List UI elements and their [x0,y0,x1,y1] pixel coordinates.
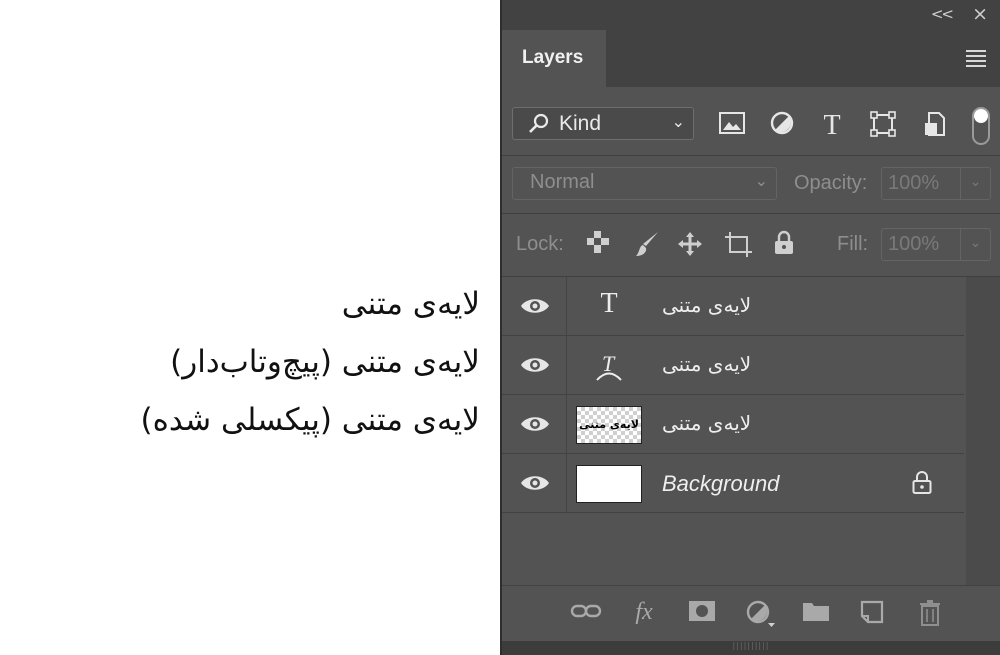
layer-name[interactable]: لایه‌ی متنی [662,352,751,376]
toggle-knob [974,109,988,123]
layer-name[interactable]: Background [662,471,779,497]
filter-kind-label: Kind [559,112,602,135]
row-separator [566,277,567,335]
lock-position-icon[interactable] [676,230,704,258]
visibility-eye-icon[interactable] [518,350,552,380]
filter-kind-dropdown[interactable]: Kind ⌄ [512,107,694,140]
thumb-text: لایه‌ی متنی [579,418,639,431]
link-layers-icon[interactable] [570,599,602,627]
lock-artboard-icon[interactable] [723,230,752,258]
svg-text:T: T [602,351,616,376]
layers-panel: << × Layers Kind ⌄ T Normal ⌄ Opacity: 1… [500,0,1000,655]
blend-mode-value: Normal [530,171,595,193]
annotation-rasterized-text-layer: لایه‌ی متنی (پیکسلی شده) [140,402,480,438]
search-icon [529,113,549,133]
chevron-down-icon: ⌄ [754,173,768,190]
trash-icon[interactable] [914,599,946,627]
row-separator [566,454,567,512]
fx-icon[interactable]: fx [628,599,660,627]
lock-transparent-pixels-icon[interactable] [584,230,612,258]
lock-label: Lock: [516,233,564,255]
text-layer-thumb-icon: T [600,288,618,319]
adjustment-layer-icon[interactable] [744,599,776,627]
pixel-layer-thumbnail: لایه‌ی متنی [576,406,642,444]
blend-mode-select[interactable]: Normal ⌄ [512,167,777,200]
annotation-text-layer: لایه‌ی متنی [341,286,480,322]
lock-image-pixels-icon[interactable] [633,230,661,258]
image-filter-icon[interactable] [717,110,747,140]
new-group-folder-icon[interactable] [800,599,832,627]
layer-row-background[interactable]: Background [502,454,964,513]
layer-mask-icon[interactable] [686,599,718,627]
row-separator [566,395,567,453]
layer-name[interactable]: لایه‌ی متنی [662,411,751,435]
layer-row-pixel[interactable]: لایه‌ی متنی لایه‌ی متنی [502,395,964,454]
divider [502,213,1000,214]
new-layer-icon[interactable] [856,599,888,627]
layer-row-warped-text[interactable]: T لایه‌ی متنی [502,336,964,395]
panel-top-strip: << × [502,0,1000,30]
layer-row-text[interactable]: T لایه‌ی متنی [502,277,964,336]
fill-input[interactable]: 100% [881,228,961,261]
opacity-input[interactable]: 100% [881,167,961,200]
close-icon[interactable]: × [972,3,988,25]
background-thumbnail [576,465,642,503]
lock-icon[interactable] [910,470,934,496]
panel-tab-row: Layers [502,30,1000,87]
chevron-down-icon: ⌄ [671,114,685,131]
opacity-dropdown[interactable]: ⌄ [961,167,991,200]
visibility-eye-icon[interactable] [518,468,552,498]
bottom-toolbar: fx [502,585,1000,641]
warped-text-thumb-icon: T [576,347,642,385]
fill-label: Fill: [837,233,869,255]
opacity-label: Opacity: [794,172,868,194]
visibility-eye-icon[interactable] [518,291,552,321]
type-filter-icon[interactable]: T [817,110,847,141]
lock-all-icon[interactable] [770,230,798,258]
fill-dropdown[interactable]: ⌄ [961,228,991,261]
adjustment-filter-icon[interactable] [767,110,797,140]
tab-layers[interactable]: Layers [502,30,606,87]
divider [502,155,1000,156]
annotation-warped-text-layer: لایه‌ی متنی (پیچ‌وتاب‌دار) [170,344,480,380]
layer-list: T لایه‌ی متنی T لایه‌ی متنی لایه‌ی متنی … [502,277,964,513]
shape-filter-icon[interactable] [868,110,898,140]
filter-toggle[interactable] [972,107,990,145]
smart-object-filter-icon[interactable] [920,110,950,140]
layer-name[interactable]: لایه‌ی متنی [662,293,751,317]
row-separator [566,336,567,394]
collapse-icon[interactable]: << [931,5,954,23]
resize-grip[interactable]: |||||||||| [502,641,1000,655]
scrollbar[interactable] [966,277,1000,585]
panel-menu-icon[interactable] [966,50,986,70]
visibility-eye-icon[interactable] [518,409,552,439]
